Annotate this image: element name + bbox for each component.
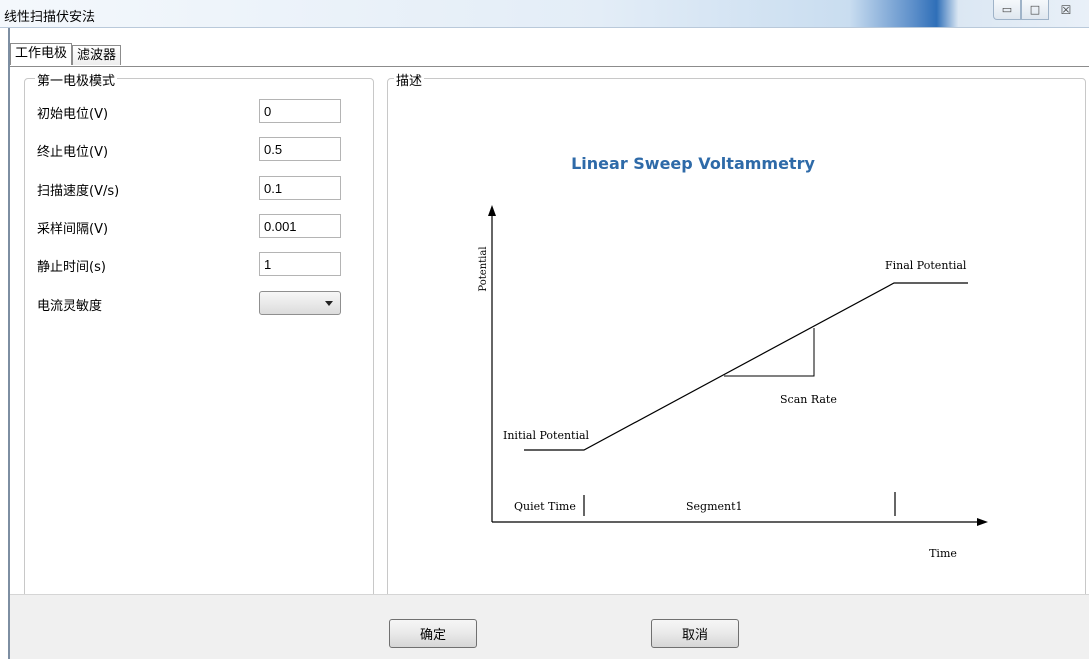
x-axis-arrow-icon	[977, 518, 988, 526]
tab-filter[interactable]: 滤波器	[72, 45, 122, 65]
param-row-quiet-time: 静止时间(s)	[37, 252, 357, 276]
potential-waveform	[524, 282, 968, 451]
scan-rate-label: 扫描速度(V/s)	[37, 184, 120, 199]
ok-button[interactable]: 确定	[389, 619, 477, 648]
close-button[interactable]: ☒	[1049, 0, 1083, 20]
window-controls: ▭ □ ☒	[993, 0, 1083, 22]
tab-working-electrode[interactable]: 工作电极	[10, 43, 73, 65]
chevron-down-icon	[325, 301, 333, 306]
tab-panel: 第一电极模式 初始电位(V) 终止电位(V) 扫描速度(V/s) 采样间隔(V)…	[10, 66, 1089, 620]
x-axis-label: Time	[929, 547, 957, 560]
quiet-time-input[interactable]	[259, 252, 341, 276]
initial-potential-annotation: Initial Potential	[503, 429, 590, 442]
scan-rate-triangle	[724, 328, 815, 377]
segment-annotation: Segment1	[686, 500, 743, 513]
scan-rate-annotation: Scan Rate	[780, 393, 837, 406]
y-axis-arrow-icon	[488, 205, 496, 216]
window-title: 线性扫描伏安法	[4, 10, 96, 25]
param-row-final-potential: 终止电位(V)	[37, 137, 357, 161]
close-icon: ☒	[1060, 3, 1072, 17]
initial-potential-input[interactable]	[259, 99, 341, 123]
param-row-sensitivity: 电流灵敏度	[37, 291, 357, 315]
lsv-diagram: Linear Sweep Voltammetry Potential Time …	[478, 154, 988, 560]
maximize-button[interactable]: □	[1021, 0, 1049, 20]
description-group: 描述 Linear Sweep Voltammetry Potential Ti…	[387, 70, 1086, 620]
final-potential-input[interactable]	[259, 137, 341, 161]
sensitivity-select[interactable]	[259, 291, 341, 315]
scan-rate-input[interactable]	[259, 176, 341, 200]
quiet-time-label: 静止时间(s)	[37, 260, 106, 275]
diagram-title: Linear Sweep Voltammetry	[571, 154, 815, 173]
param-row-initial-potential: 初始电位(V)	[37, 99, 357, 123]
sample-interval-label: 采样间隔(V)	[37, 222, 109, 237]
minimize-icon: ▭	[1001, 3, 1013, 16]
param-row-sample-interval: 采样间隔(V)	[37, 214, 357, 238]
electrode-mode-group: 第一电极模式 初始电位(V) 终止电位(V) 扫描速度(V/s) 采样间隔(V)…	[24, 70, 374, 620]
param-row-scan-rate: 扫描速度(V/s)	[37, 176, 357, 200]
sample-interval-input[interactable]	[259, 214, 341, 238]
final-potential-label: 终止电位(V)	[37, 145, 109, 160]
maximize-icon: □	[1029, 3, 1041, 16]
dialog-footer: 确定 取消	[10, 594, 1089, 659]
y-axis-label: Potential	[478, 246, 489, 291]
window-client: 工作电极 滤波器 第一电极模式 初始电位(V) 终止电位(V) 扫描速度(V/s…	[8, 28, 1089, 659]
minimize-button[interactable]: ▭	[993, 0, 1021, 20]
electrode-mode-group-title: 第一电极模式	[35, 70, 118, 89]
cancel-button[interactable]: 取消	[651, 619, 739, 648]
quiet-time-annotation: Quiet Time	[514, 500, 576, 513]
final-potential-annotation: Final Potential	[885, 259, 967, 272]
tab-bar: 工作电极 滤波器	[10, 43, 122, 67]
title-bar: 线性扫描伏安法 ▭ □ ☒	[0, 0, 1089, 28]
initial-potential-label: 初始电位(V)	[37, 107, 109, 122]
sensitivity-label: 电流灵敏度	[37, 299, 103, 314]
